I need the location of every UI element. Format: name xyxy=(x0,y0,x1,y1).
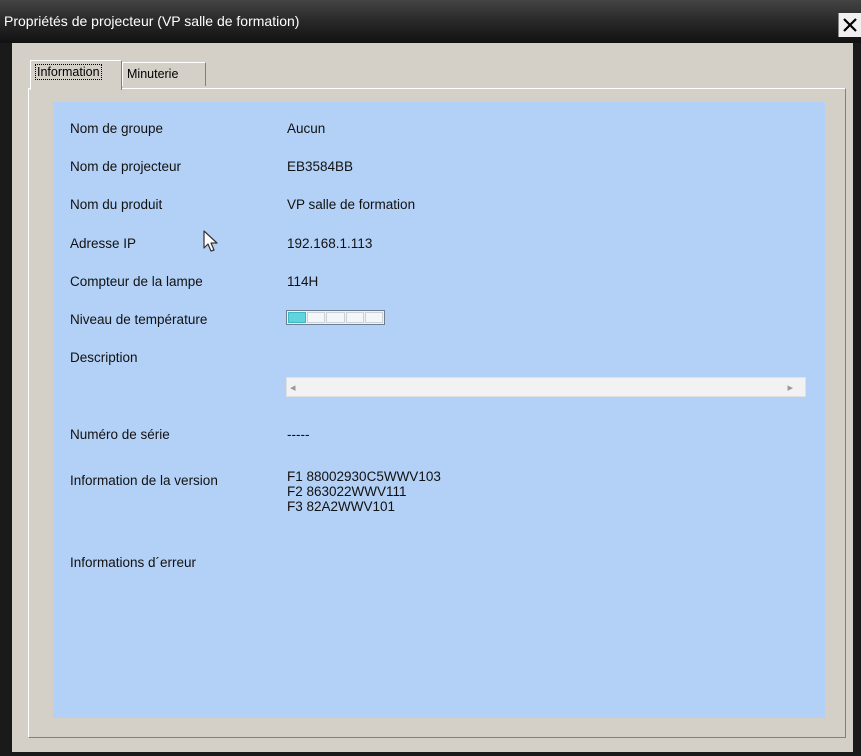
temperature-level-bar xyxy=(286,310,385,325)
lamp-counter-value: 114H xyxy=(287,274,319,289)
ip-address-value: 192.168.1.113 xyxy=(287,236,373,251)
version-line: F2 863022WWV111 xyxy=(287,484,407,499)
tab-information[interactable]: Information xyxy=(30,60,122,90)
projector-name-label: Nom de projecteur xyxy=(70,159,182,174)
version-line: F1 88002930C5WWV103 xyxy=(287,469,441,484)
temperature-segment xyxy=(326,312,345,323)
information-panel xyxy=(53,102,825,718)
title-bar: Propriétés de projecteur (VP salle de fo… xyxy=(0,0,861,43)
tab-minuterie-label: Minuterie xyxy=(127,67,179,81)
version-line: F3 82A2WWV101 xyxy=(287,499,396,514)
version-info-value: F1 88002930C5WWV103 F2 863022WWV111 F3 8… xyxy=(287,469,441,514)
temperature-segment xyxy=(288,312,307,323)
properties-window: Propriétés de projecteur (VP salle de fo… xyxy=(0,0,861,756)
temperature-segment xyxy=(307,312,326,323)
window-frame-right xyxy=(853,43,861,756)
tab-minuterie[interactable]: Minuterie xyxy=(122,62,206,86)
close-button[interactable] xyxy=(838,13,861,37)
error-info-label: Informations d´erreur xyxy=(70,555,197,570)
projector-name-value: EB3584BB xyxy=(287,159,354,174)
temperature-segment xyxy=(345,312,364,323)
group-name-value: Aucun xyxy=(287,121,326,136)
version-info-label: Information de la version xyxy=(70,473,218,488)
scroll-left-arrow-icon[interactable]: ◂ xyxy=(290,381,296,394)
scroll-right-arrow-icon[interactable]: ▸ xyxy=(787,381,793,394)
description-label: Description xyxy=(70,350,138,365)
close-icon xyxy=(843,18,857,32)
window-frame-bottom xyxy=(0,752,861,756)
description-scrollbar[interactable]: ◂ ▸ xyxy=(286,377,806,397)
tab-information-label: Information xyxy=(35,64,102,80)
ip-address-label: Adresse IP xyxy=(70,236,137,251)
window-frame-left xyxy=(0,43,12,756)
mouse-pointer-icon xyxy=(203,230,218,252)
serial-number-value: ----- xyxy=(287,427,310,442)
product-name-label: Nom du produit xyxy=(70,197,163,212)
lamp-counter-label: Compteur de la lampe xyxy=(70,274,203,289)
product-name-value: VP salle de formation xyxy=(287,197,416,212)
window-title: Propriétés de projecteur (VP salle de fo… xyxy=(4,13,300,29)
temperature-level-label: Niveau de température xyxy=(70,312,208,327)
temperature-segment xyxy=(364,312,384,323)
serial-number-label: Numéro de série xyxy=(70,427,170,442)
group-name-label: Nom de groupe xyxy=(70,121,164,136)
